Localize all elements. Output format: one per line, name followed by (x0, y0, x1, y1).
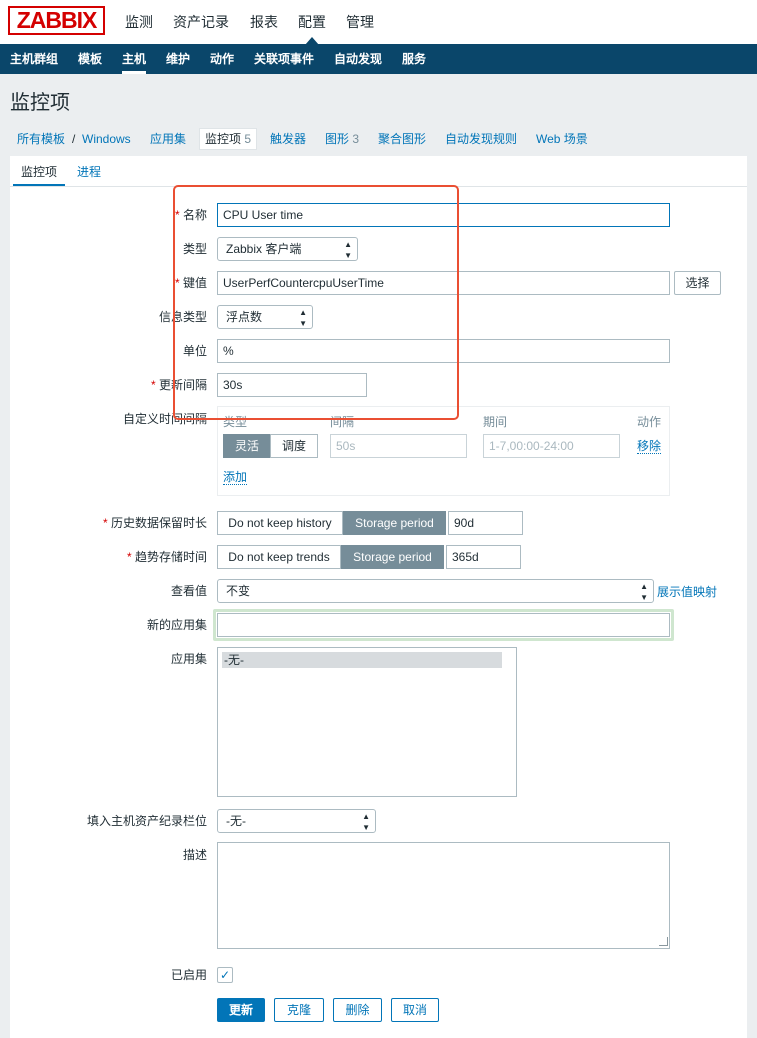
custom-interval-add-link[interactable]: 添加 (223, 470, 248, 485)
enabled-label: 已启用 (170, 968, 207, 982)
units-input[interactable]: % (217, 339, 670, 363)
description-label: 描述 (182, 848, 207, 862)
custom-interval-col-action: 动作 (637, 415, 662, 429)
sub-menu-hosts[interactable]: 主机 (122, 44, 147, 74)
breadcrumb-graphs[interactable]: 图形 3 (325, 130, 359, 148)
breadcrumb-discovery-rules[interactable]: 自动发现规则 (445, 130, 517, 148)
breadcrumb-separator: / (72, 132, 76, 146)
custom-interval-input[interactable]: 50s (330, 434, 467, 458)
type-select-value: Zabbix 客户端 (226, 242, 302, 256)
enabled-checkbox[interactable]: ✓ (217, 967, 233, 983)
top-menu-administration[interactable]: 管理 (340, 0, 380, 44)
type-select[interactable]: Zabbix 客户端 ▲ ▼ (217, 237, 358, 261)
units-label: 单位 (182, 344, 207, 358)
name-label: 名称 (175, 207, 207, 223)
update-button[interactable]: 更新 (217, 998, 265, 1022)
history-storage-period-toggle[interactable]: Storage period (343, 511, 446, 535)
history-period-input[interactable]: 90d (448, 511, 523, 535)
sub-menu-host-groups[interactable]: 主机群组 (10, 44, 58, 74)
custom-period-input[interactable]: 1-7,00:00-24:00 (483, 434, 620, 458)
new-application-label: 新的应用集 (146, 618, 207, 632)
breadcrumb-items-label: 监控项 (205, 132, 242, 146)
sub-menu-actions[interactable]: 动作 (210, 44, 234, 74)
trends-period-input[interactable]: 365d (446, 545, 521, 569)
breadcrumb-template-windows[interactable]: Windows (82, 130, 131, 148)
breadcrumb-all-templates[interactable]: 所有模板 (17, 130, 65, 148)
trends-label: 趋势存储时间 (127, 549, 207, 565)
select-arrows-icon: ▲ ▼ (640, 582, 648, 602)
type-label: 类型 (182, 242, 207, 256)
applications-option-none[interactable]: -无- (222, 652, 502, 668)
key-select-button[interactable]: 选择 (674, 271, 721, 295)
zabbix-logo[interactable]: ZABBIX (8, 6, 105, 35)
top-menu-inventory[interactable]: 资产记录 (170, 0, 232, 44)
sub-menu-templates[interactable]: 模板 (78, 44, 102, 74)
clone-button[interactable]: 克隆 (274, 998, 324, 1022)
breadcrumb-items-count: 5 (244, 132, 252, 146)
custom-interval-label: 自定义时间间隔 (122, 412, 207, 426)
valuemap-label: 查看值 (170, 584, 207, 598)
interval-label: 更新间隔 (151, 377, 207, 393)
trends-storage-period-toggle[interactable]: Storage period (341, 545, 444, 569)
delete-button[interactable]: 删除 (333, 998, 382, 1022)
inventory-label: 填入主机资产纪录栏位 (86, 814, 207, 828)
select-arrows-icon: ▲ ▼ (344, 240, 352, 260)
breadcrumb-graphs-count: 3 (352, 132, 360, 146)
sub-menu-discovery[interactable]: 自动发现 (334, 44, 382, 74)
scheduling-toggle[interactable]: 调度 (270, 434, 318, 458)
name-input[interactable]: CPU User time (217, 203, 670, 227)
key-input[interactable]: UserPerfCountercpuUserTime (217, 271, 670, 295)
cancel-button[interactable]: 取消 (391, 998, 439, 1022)
trends-do-not-keep-toggle[interactable]: Do not keep trends (217, 545, 341, 569)
flexible-toggle[interactable]: 灵活 (223, 434, 271, 458)
custom-interval-col-interval: 间隔 (330, 415, 355, 429)
inventory-select[interactable]: -无- ▲ ▼ (217, 809, 376, 833)
description-textarea[interactable] (217, 842, 670, 949)
custom-interval-remove-link[interactable]: 移除 (637, 439, 662, 454)
sub-menu-event-correlation[interactable]: 关联项事件 (254, 44, 314, 74)
info-type-label: 信息类型 (158, 310, 207, 324)
sub-menu-maintenance[interactable]: 维护 (166, 44, 190, 74)
checkmark-icon: ✓ (219, 968, 231, 982)
top-menu-configuration[interactable]: 配置 (292, 0, 332, 45)
history-do-not-keep-toggle[interactable]: Do not keep history (217, 511, 343, 535)
valuemap-select-value: 不变 (226, 584, 251, 598)
tab-item[interactable]: 监控项 (13, 160, 66, 186)
applications-listbox[interactable] (217, 647, 517, 797)
select-arrows-icon: ▲ ▼ (362, 812, 370, 832)
breadcrumb-screens[interactable]: 聚合图形 (378, 130, 426, 148)
custom-interval-col-type: 类型 (223, 415, 248, 429)
interval-input[interactable]: 30s (217, 373, 367, 397)
info-type-select[interactable]: 浮点数 ▲ ▼ (217, 305, 313, 329)
sub-menu-services[interactable]: 服务 (402, 44, 426, 74)
breadcrumb-applications[interactable]: 应用集 (150, 130, 186, 148)
page-title: 监控项 (10, 92, 70, 114)
breadcrumb-web-scenarios[interactable]: Web 场景 (536, 130, 588, 148)
top-menu-monitoring[interactable]: 监测 (119, 0, 159, 44)
breadcrumb-graphs-label: 图形 (325, 132, 350, 146)
tab-preprocessing[interactable]: 进程 (77, 160, 101, 186)
custom-interval-col-period: 期间 (483, 415, 508, 429)
breadcrumb-items[interactable]: 监控项 5 (199, 128, 258, 150)
applications-label: 应用集 (170, 652, 207, 666)
key-label: 键值 (175, 275, 207, 291)
top-menu-reports[interactable]: 报表 (244, 0, 284, 44)
inventory-select-value: -无- (226, 814, 246, 828)
form-tabs (10, 156, 747, 186)
info-type-select-value: 浮点数 (226, 310, 263, 324)
select-arrows-icon: ▲ ▼ (299, 308, 307, 328)
new-application-input[interactable] (217, 613, 670, 637)
show-value-mappings-link[interactable]: 展示值映射 (657, 583, 717, 600)
textarea-resize-handle-icon[interactable] (659, 937, 668, 946)
valuemap-select[interactable]: 不变 ▲ ▼ (217, 579, 654, 603)
breadcrumb-triggers[interactable]: 触发器 (270, 130, 306, 148)
history-label: 历史数据保留时长 (103, 515, 207, 531)
